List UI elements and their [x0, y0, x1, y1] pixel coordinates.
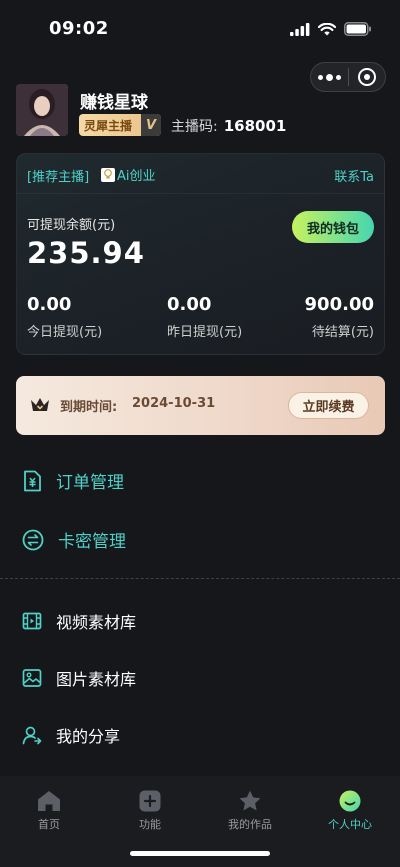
home-indicator[interactable]: [130, 851, 270, 856]
stat-value: 900.00: [304, 294, 374, 315]
expiry-date: 2024-10-31: [132, 396, 216, 411]
menu-item-video-library[interactable]: 视频素材库: [22, 609, 136, 633]
my-wallet-button[interactable]: 我的钱包: [292, 211, 374, 243]
recommend-row: [推荐主播] Ai创业 联系Ta: [17, 154, 384, 194]
recommend-label: [推荐主播]: [27, 170, 90, 185]
menu-item-label: 我的分享: [56, 727, 121, 746]
tab-label: 首页: [38, 818, 60, 831]
exchange-icon: [22, 529, 44, 550]
more-options-icon[interactable]: [311, 73, 348, 81]
cellular-signal-icon: [290, 22, 310, 36]
renew-button[interactable]: 立即续费: [288, 392, 369, 419]
menu-item-label: 视频素材库: [56, 613, 137, 632]
tab-label: 个人中心: [328, 818, 372, 831]
anchor-code: 主播码: 168001: [171, 116, 286, 136]
share-user-icon: [22, 726, 42, 745]
status-time: 09:02: [49, 18, 109, 39]
status-bar: 09:02: [0, 0, 400, 56]
stat-today-withdrawn: 0.00 今日提现(元): [27, 294, 102, 340]
menu-item-label: 订单管理: [56, 473, 124, 493]
stat-yesterday-withdrawn: 0.00 昨日提现(元): [167, 294, 242, 340]
avatar[interactable]: [16, 84, 68, 136]
stat-label: 今日提现(元): [27, 325, 103, 340]
status-icons: [290, 22, 372, 36]
shop-name: 赚钱星球: [80, 93, 148, 113]
smile-icon: [339, 790, 361, 812]
menu-item-order-management[interactable]: 订单管理: [22, 468, 124, 493]
plus-square-icon: [139, 790, 161, 812]
balance-value: 235.94: [27, 236, 145, 270]
menu-item-my-shares[interactable]: 我的分享: [22, 723, 120, 747]
menu-item-image-library[interactable]: 图片素材库: [22, 666, 136, 690]
wallet-card: [推荐主播] Ai创业 联系Ta 可提现余额(元) 235.94 我的钱包 0.…: [16, 153, 385, 355]
anchor-level-badge: 灵犀主播 V: [79, 114, 161, 136]
home-icon: [38, 791, 60, 811]
tab-my-works[interactable]: 我的作品: [220, 790, 280, 832]
battery-icon: [344, 22, 371, 36]
menu-item-card-key-management[interactable]: 卡密管理: [22, 527, 126, 552]
tab-profile[interactable]: 个人中心: [320, 790, 380, 832]
tab-home[interactable]: 首页: [19, 790, 79, 832]
contact-anchor-link[interactable]: 联系Ta: [334, 166, 374, 185]
avatar-image: [16, 84, 68, 136]
anchor-level-label: 灵犀主播: [84, 118, 133, 133]
star-icon: [239, 790, 261, 811]
order-doc-icon: [24, 470, 41, 491]
stat-pending-settlement: 900.00 待结算(元): [305, 294, 374, 340]
anchor-code-value: 168001: [223, 117, 287, 135]
section-divider: [0, 578, 400, 579]
miniprogram-capsule: [310, 62, 386, 92]
stat-label: 昨日提现(元): [167, 325, 243, 340]
stat-value: 0.00: [27, 294, 72, 315]
recommended-anchor[interactable]: Ai创业: [101, 165, 156, 184]
film-icon: [22, 612, 42, 630]
recommended-anchor-name: Ai创业: [117, 169, 156, 184]
crown-icon: [31, 398, 49, 411]
stat-value: 0.00: [167, 294, 212, 315]
menu-item-label: 卡密管理: [58, 532, 126, 552]
tab-label: 我的作品: [228, 818, 272, 831]
bulb-icon: [101, 167, 115, 182]
wifi-icon: [318, 22, 336, 35]
stat-label: 待结算(元): [311, 325, 374, 340]
expiry-label: 到期时间:: [60, 400, 118, 415]
verified-icon: V: [141, 114, 161, 136]
image-icon: [22, 669, 42, 687]
tab-label: 功能: [139, 818, 161, 831]
close-miniprogram-icon[interactable]: [348, 68, 385, 86]
balance-label: 可提现余额(元): [27, 218, 116, 233]
menu-item-label: 图片素材库: [56, 670, 137, 689]
anchor-code-label: 主播码:: [171, 119, 218, 135]
membership-expiry-banner: 到期时间: 2024-10-31 立即续费: [16, 376, 385, 435]
tab-features[interactable]: 功能: [120, 790, 180, 832]
